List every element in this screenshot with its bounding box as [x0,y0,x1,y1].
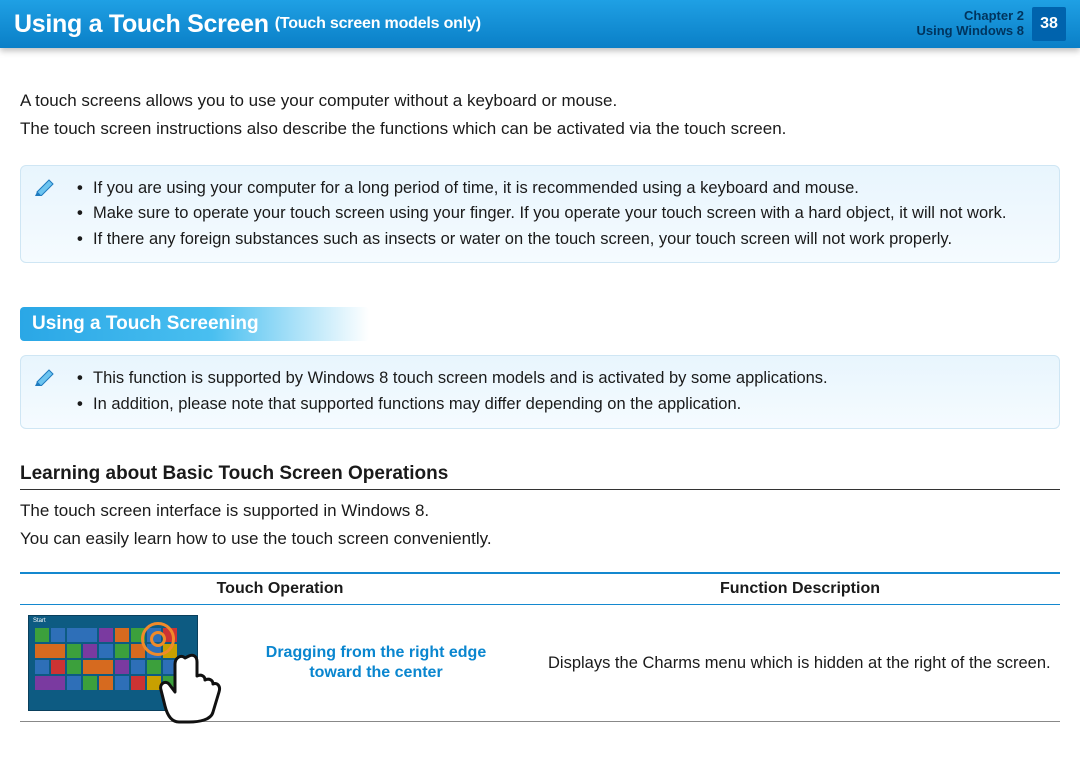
subsection-p1: The touch screen interface is supported … [20,498,1060,524]
subsection-title: Learning about Basic Touch Screen Operat… [20,463,1060,490]
page-header: Using a Touch Screen (Touch screen model… [0,0,1080,48]
cell-operation: Start [20,605,540,722]
page-number-badge: 38 [1032,7,1066,41]
th-operation: Touch Operation [20,573,540,605]
header-right: Chapter 2 Using Windows 8 38 [917,7,1067,41]
intro-block: A touch screens allows you to use your c… [20,88,1060,143]
intro-p1: A touch screens allows you to use your c… [20,88,1060,114]
th-description: Function Description [540,573,1060,605]
page-title: Using a Touch Screen [14,10,269,39]
section-title: Using a Touch Screening [20,307,369,341]
note-icon [35,366,59,391]
note-icon [35,176,59,201]
cell-description: Displays the Charms menu which is hidden… [540,605,1060,722]
op-label-line2: toward the center [220,663,532,683]
start-screen-thumbnail: Start [28,615,198,711]
content-area: A touch screens allows you to use your c… [0,48,1080,722]
note2-item: In addition, please note that supported … [77,392,1045,418]
chapter-label: Chapter 2 Using Windows 8 [917,9,1025,39]
intro-p2: The touch screen instructions also descr… [20,116,1060,142]
touch-operations-table: Touch Operation Function Description Sta… [20,572,1060,722]
op-label-line1: Dragging from the right edge [220,643,532,663]
chapter-line2: Using Windows 8 [917,24,1025,39]
chapter-line1: Chapter 2 [917,9,1025,24]
operation-label: Dragging from the right edge toward the … [220,643,532,683]
note1-item: If you are using your computer for a lon… [77,176,1045,202]
table-row: Start [20,605,1060,722]
note2-item: This function is supported by Windows 8 … [77,366,1045,392]
page-subtitle: (Touch screen models only) [275,15,481,33]
note-box-1: If you are using your computer for a lon… [20,165,1060,264]
note1-item: If there any foreign substances such as … [77,227,1045,253]
hand-icon [149,644,229,724]
note1-item: Make sure to operate your touch screen u… [77,201,1045,227]
note-box-2: This function is supported by Windows 8 … [20,355,1060,428]
subsection-p2: You can easily learn how to use the touc… [20,526,1060,552]
